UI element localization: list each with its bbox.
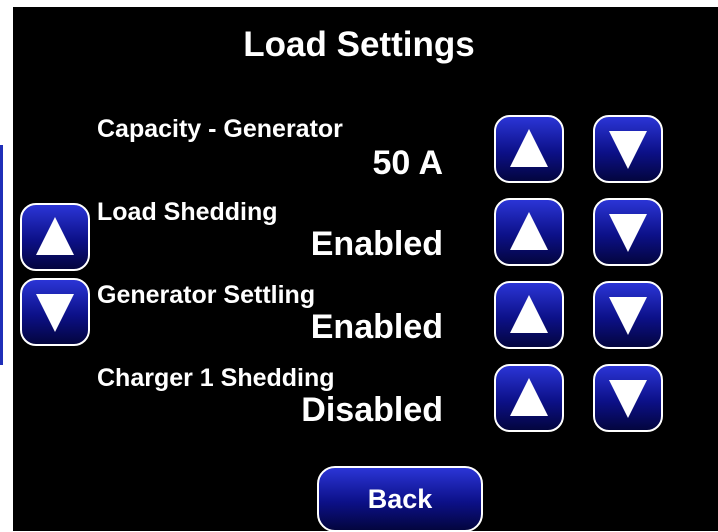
capacity-generator-up-button[interactable] (494, 115, 564, 183)
setting-label-charger-1-shedding: Charger 1 Shedding (97, 364, 335, 392)
setting-label-capacity-generator: Capacity - Generator (97, 115, 343, 143)
triangle-down-icon (609, 380, 647, 418)
scroll-up-button[interactable] (20, 203, 90, 271)
triangle-down-icon (609, 297, 647, 335)
setting-value-load-shedding: Enabled (310, 225, 443, 263)
generator-settling-down-button[interactable] (593, 281, 663, 349)
setting-value-charger-1-shedding: Disabled (301, 391, 443, 429)
triangle-down-icon (609, 214, 647, 252)
scroll-down-button[interactable] (20, 278, 90, 346)
page-title: Load Settings (243, 25, 475, 64)
charger-1-shedding-down-button[interactable] (593, 364, 663, 432)
triangle-down-icon (609, 131, 647, 169)
setting-label-generator-settling: Generator Settling (97, 281, 316, 309)
generator-settling-up-button[interactable] (494, 281, 564, 349)
triangle-up-icon (510, 129, 548, 167)
screen (13, 7, 718, 531)
triangle-down-icon (36, 294, 74, 332)
back-button-label: Back (367, 483, 433, 514)
side-accent-bar (0, 145, 3, 365)
load-shedding-down-button[interactable] (593, 198, 663, 266)
charger-1-shedding-up-button[interactable] (494, 364, 564, 432)
triangle-up-icon (36, 217, 74, 255)
triangle-up-icon (510, 378, 548, 416)
triangle-up-icon (510, 295, 548, 333)
setting-value-capacity-generator: 50 A (372, 144, 443, 182)
load-shedding-up-button[interactable] (494, 198, 564, 266)
triangle-up-icon (510, 212, 548, 250)
back-button[interactable]: Back (317, 466, 483, 532)
setting-value-generator-settling: Enabled (310, 308, 443, 346)
setting-label-load-shedding: Load Shedding (97, 198, 278, 226)
capacity-generator-down-button[interactable] (593, 115, 663, 183)
